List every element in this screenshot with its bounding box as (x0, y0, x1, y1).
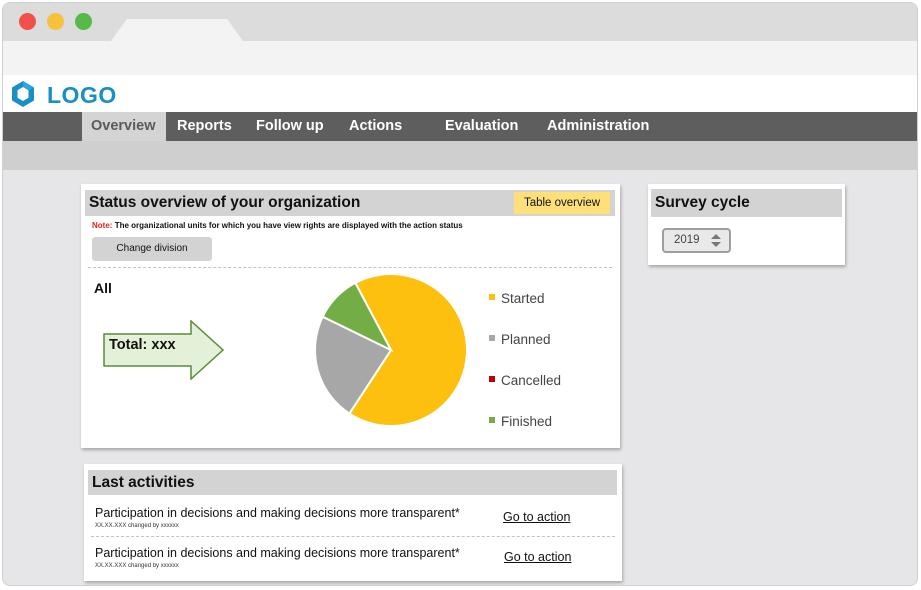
nav-follow-up[interactable]: Follow up (256, 112, 324, 141)
legend-item-started: Started (489, 291, 545, 309)
legend-swatch (489, 335, 495, 342)
legend-swatch (489, 417, 495, 424)
go-to-action-link[interactable]: Go to action (503, 510, 570, 524)
maximize-window-button[interactable] (75, 13, 92, 30)
legend-swatch (489, 376, 495, 383)
last-activities-title: Last activities (88, 470, 617, 495)
group-label: All (94, 280, 112, 296)
divider (88, 267, 612, 268)
browser-tab[interactable] (111, 19, 243, 41)
legend-item-cancelled: Cancelled (489, 373, 561, 391)
go-to-action-link[interactable]: Go to action (504, 550, 571, 564)
main-nav: Overview Reports Follow up Actions Evalu… (3, 112, 917, 141)
survey-year-select[interactable]: 2019 (662, 228, 731, 253)
status-pie-chart (314, 273, 468, 427)
legend-label: Finished (501, 414, 553, 429)
activity-row: Participation in decisions and making de… (84, 506, 622, 546)
last-activities-card: Last activities Participation in decisio… (84, 464, 622, 581)
logo-bar: LOGO (3, 75, 917, 112)
activity-row: Participation in decisions and making de… (84, 546, 622, 585)
legend-swatch (489, 294, 495, 301)
nav-evaluation[interactable]: Evaluation (445, 112, 518, 141)
legend-item-planned: Planned (489, 332, 551, 350)
legend-item-finished: Finished (489, 414, 552, 432)
change-division-button[interactable]: Change division (92, 237, 212, 261)
activity-title: Participation in decisions and making de… (95, 506, 460, 520)
activity-meta: XX.XX.XXX changed by xxxxxx (95, 523, 179, 529)
note-label: Note: (92, 221, 113, 230)
legend-label: Cancelled (501, 373, 562, 388)
hexagon-logo-icon (12, 81, 34, 107)
minimize-window-button[interactable] (47, 13, 64, 30)
close-window-button[interactable] (19, 13, 36, 30)
nav-reports[interactable]: Reports (177, 112, 232, 141)
divider (91, 536, 615, 537)
survey-cycle-card: Survey cycle 2019 (648, 184, 845, 265)
spinner-arrows-icon[interactable] (711, 234, 721, 247)
table-overview-button[interactable]: Table overview (514, 192, 610, 214)
activity-meta: XX.XX.XXX changed by xxxxxx (95, 563, 179, 569)
survey-year-value: 2019 (674, 234, 700, 246)
activity-title: Participation in decisions and making de… (95, 546, 460, 560)
browser-chrome (3, 3, 917, 41)
nav-actions[interactable]: Actions (349, 112, 402, 141)
logo-text[interactable]: LOGO (47, 82, 117, 109)
status-note: Note: The organizational units for which… (92, 221, 463, 230)
survey-cycle-title: Survey cycle (651, 189, 842, 217)
nav-administration[interactable]: Administration (547, 112, 649, 141)
legend-label: Started (501, 291, 545, 306)
nav-overview[interactable]: Overview (82, 112, 166, 141)
total-count: Total: xxx (109, 337, 176, 353)
status-overview-card: Status overview of your organization Tab… (81, 184, 620, 448)
legend-label: Planned (501, 332, 551, 347)
browser-window: LOGO Overview Reports Follow up Actions … (2, 2, 918, 586)
address-bar[interactable] (3, 41, 917, 75)
note-text: The organizational units for which you h… (114, 221, 463, 230)
sub-nav-bar (3, 141, 917, 170)
